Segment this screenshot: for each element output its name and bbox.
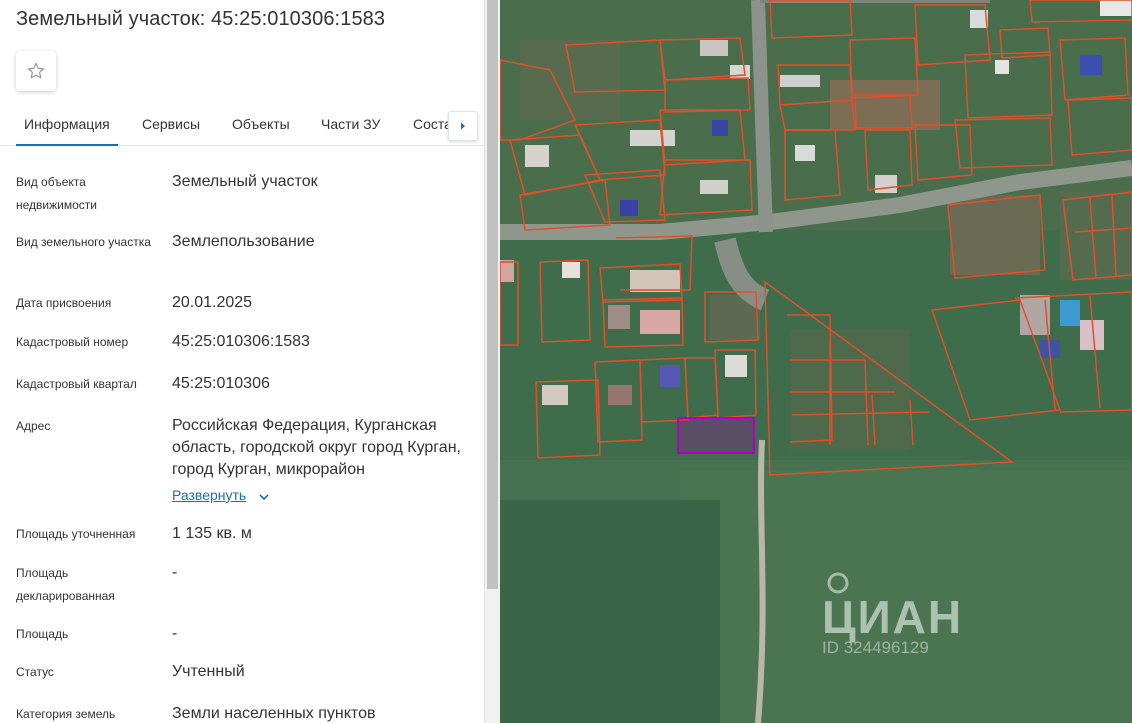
chevron-down-icon[interactable] — [258, 491, 270, 503]
info-label: Вид объекта недвижимости — [16, 175, 97, 212]
tabs-next-button[interactable] — [448, 111, 478, 141]
info-label: Площадь — [16, 627, 69, 641]
star-icon — [27, 62, 45, 79]
info-label: Дата присвоения — [16, 296, 112, 310]
info-label: Статус — [16, 665, 54, 679]
address-value: Российская Федерация, Курганская область… — [172, 417, 461, 478]
info-value: Учтенный — [172, 663, 245, 680]
tab-composition[interactable]: Состав — [413, 116, 448, 132]
expand-address-link[interactable]: Развернуть — [172, 487, 246, 503]
tab-information[interactable]: Информация — [16, 116, 118, 146]
tab-objects[interactable]: Объекты — [232, 116, 290, 132]
scrollbar-thumb[interactable] — [487, 0, 498, 589]
info-value: - — [172, 625, 178, 642]
watermark-id: ID 324496129 — [822, 638, 929, 657]
info-value: 45:25:010306:1583 — [172, 333, 310, 350]
info-label: Вид земельного участка — [16, 235, 151, 249]
page-title: Земельный участок: 45:25:010306:1583 — [16, 8, 386, 30]
info-label: Площадь декларированная — [16, 566, 115, 603]
info-value: 1 135 кв. м — [172, 525, 252, 542]
info-label: Кадастровый квартал — [16, 377, 137, 391]
info-label: Площадь уточненная — [16, 527, 136, 541]
info-panel: Земельный участок: 45:25:010306:1583 Инф… — [0, 0, 484, 723]
info-value: Землепользование — [172, 233, 315, 250]
info-value: - — [172, 564, 178, 581]
tab-parts[interactable]: Части ЗУ — [321, 116, 380, 132]
tab-bar: Информация Сервисы Объекты Части ЗУ Сост… — [0, 100, 484, 146]
tab-overflow: Состав — [408, 100, 448, 146]
info-value: 20.01.2025 — [172, 294, 253, 311]
info-label: Кадастровый номер — [16, 335, 129, 349]
panel-scrollbar[interactable] — [484, 0, 500, 723]
info-value: 45:25:010306 — [172, 375, 270, 392]
favorite-button[interactable] — [16, 51, 56, 91]
chevron-right-icon — [461, 122, 465, 130]
info-label: Категория земель — [16, 707, 116, 721]
satellite-map[interactable]: ЦИАН ID 324496129 — [500, 0, 1132, 723]
info-value: Земли населенных пунктов — [172, 705, 376, 722]
map-canvas — [500, 0, 1132, 723]
info-label: Адрес — [16, 419, 51, 433]
tab-services[interactable]: Сервисы — [142, 116, 200, 132]
info-value: Земельный участок — [172, 173, 318, 190]
selected-parcel[interactable] — [677, 417, 755, 454]
expand-label: Развернуть — [172, 487, 247, 503]
watermark-logo: ЦИАН — [822, 591, 964, 643]
